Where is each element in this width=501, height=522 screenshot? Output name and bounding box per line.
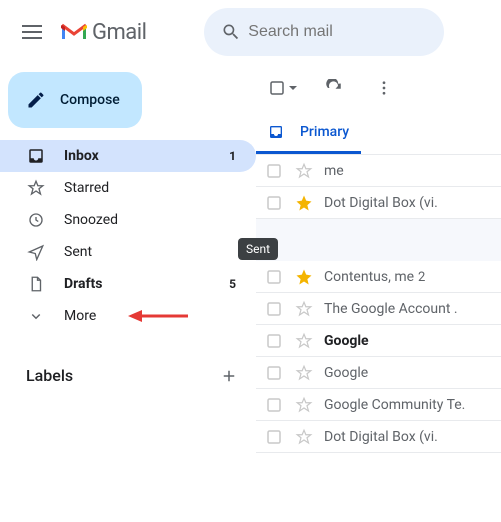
row-sender: Google — [324, 365, 368, 381]
tab-primary[interactable]: Primary — [256, 112, 361, 154]
main-menu-button[interactable] — [8, 8, 56, 56]
dots-vertical-icon — [375, 79, 393, 97]
sidebar: Compose Inbox 1 Starred Snoozed Sent Dra… — [0, 64, 256, 453]
email-row[interactable]: Google — [256, 325, 501, 357]
caret-down-icon — [288, 83, 298, 93]
row-checkbox[interactable] — [264, 396, 284, 414]
gmail-logo-text: Gmail — [92, 20, 146, 45]
list-gap — [256, 219, 501, 261]
add-label-button[interactable] — [220, 367, 238, 385]
row-star[interactable] — [294, 396, 314, 414]
more-actions-button[interactable] — [370, 79, 398, 97]
search-icon — [214, 22, 248, 42]
row-sender: Google — [324, 333, 369, 349]
email-row[interactable]: Contentus, me2 — [256, 261, 501, 293]
star-icon — [26, 179, 46, 197]
toolbar — [256, 64, 501, 112]
row-checkbox[interactable] — [264, 162, 284, 180]
annotation-arrow — [128, 307, 188, 325]
inbox-count: 1 — [229, 149, 244, 163]
row-sender: The Google Account . — [324, 301, 458, 317]
tooltip-sent: Sent — [238, 238, 278, 260]
pencil-icon — [26, 90, 46, 110]
email-row[interactable]: me — [256, 155, 501, 187]
hamburger-icon — [22, 25, 42, 39]
sidebar-item-starred[interactable]: Starred — [0, 172, 256, 204]
row-sender: me — [324, 163, 344, 179]
inbox-icon — [26, 147, 46, 165]
file-icon — [26, 275, 46, 293]
row-checkbox[interactable] — [264, 268, 284, 286]
row-star[interactable] — [294, 194, 314, 212]
row-star[interactable] — [294, 364, 314, 382]
row-sender: Dot Digital Box (vi. — [324, 429, 438, 445]
compose-label: Compose — [60, 92, 120, 108]
sidebar-item-drafts[interactable]: Drafts 5 — [0, 268, 256, 300]
gmail-logo[interactable]: Gmail — [56, 20, 146, 45]
sidebar-item-inbox[interactable]: Inbox 1 — [0, 140, 256, 172]
row-sender: Dot Digital Box (vi. — [324, 195, 438, 211]
checkbox-icon — [268, 79, 286, 97]
row-checkbox[interactable] — [264, 300, 284, 318]
email-row[interactable]: Google Community Te. — [256, 389, 501, 421]
email-row[interactable]: The Google Account . — [256, 293, 501, 325]
row-star[interactable] — [294, 300, 314, 318]
inbox-tab-icon — [268, 124, 284, 140]
email-list: me Dot Digital Box (vi. Contentus, me2 T… — [256, 155, 501, 453]
sidebar-item-snoozed[interactable]: Snoozed — [0, 204, 256, 236]
send-icon — [26, 243, 46, 261]
drafts-count: 5 — [229, 277, 244, 291]
drafts-label: Drafts — [64, 276, 211, 292]
plus-icon — [220, 367, 238, 385]
row-checkbox[interactable] — [264, 332, 284, 350]
sent-label: Sent — [64, 244, 244, 260]
select-all-checkbox[interactable] — [268, 79, 298, 97]
email-row[interactable]: Dot Digital Box (vi. — [256, 187, 501, 219]
row-checkbox[interactable] — [264, 428, 284, 446]
row-star[interactable] — [294, 268, 314, 286]
category-tabs: Primary — [256, 112, 501, 155]
inbox-label: Inbox — [64, 148, 211, 164]
email-row[interactable]: Dot Digital Box (vi. — [256, 421, 501, 453]
clock-icon — [26, 211, 46, 229]
starred-label: Starred — [64, 180, 244, 196]
labels-title: Labels — [26, 366, 73, 385]
snoozed-label: Snoozed — [64, 212, 244, 228]
sidebar-item-sent[interactable]: Sent — [0, 236, 256, 268]
row-sender: Google Community Te. — [324, 397, 465, 413]
row-checkbox[interactable] — [264, 364, 284, 382]
main-panel: Primary me Dot Digital Box (vi. Contentu… — [256, 64, 501, 453]
search-input[interactable] — [248, 23, 434, 41]
compose-button[interactable]: Compose — [8, 72, 142, 128]
search-bar[interactable] — [204, 8, 444, 56]
refresh-button[interactable] — [320, 79, 348, 97]
email-row[interactable]: Google — [256, 357, 501, 389]
row-star[interactable] — [294, 332, 314, 350]
row-checkbox[interactable] — [264, 194, 284, 212]
chevron-down-icon — [26, 307, 46, 325]
row-star[interactable] — [294, 162, 314, 180]
row-sender: Contentus, me2 — [324, 269, 425, 285]
row-star[interactable] — [294, 428, 314, 446]
tab-primary-label: Primary — [300, 124, 349, 140]
refresh-icon — [325, 79, 343, 97]
labels-section: Labels — [0, 360, 256, 391]
gmail-icon — [60, 22, 88, 42]
